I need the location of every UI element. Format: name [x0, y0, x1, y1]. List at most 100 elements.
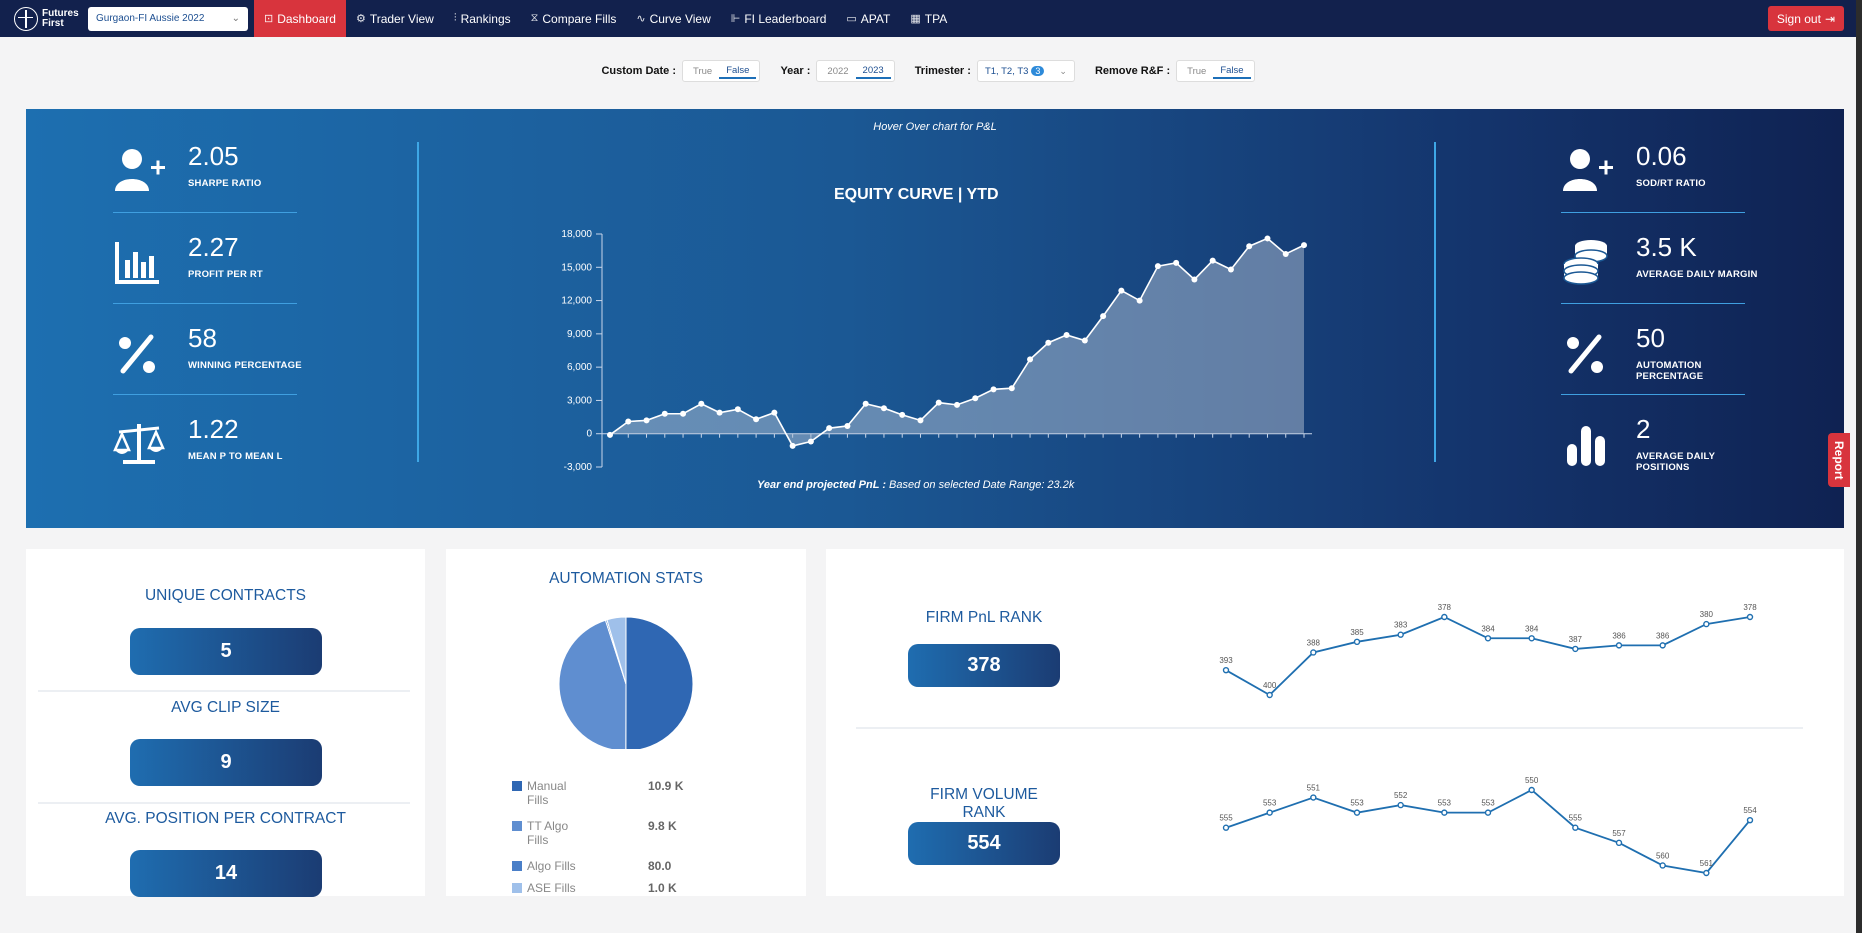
equity-point[interactable]	[1136, 297, 1143, 304]
remove-rf-false[interactable]: False	[1213, 63, 1251, 79]
equity-point[interactable]	[990, 386, 997, 393]
office-select[interactable]: Gurgaon-FI Aussie 2022 ⌄	[88, 6, 248, 31]
trimester-select[interactable]: T1, T2, T3 3 ⌄	[976, 60, 1075, 82]
rank-point[interactable]	[1222, 666, 1230, 674]
equity-point[interactable]	[1209, 257, 1216, 264]
rank-point[interactable]	[1266, 691, 1273, 699]
nav-item-curve-view[interactable]: ∿ Curve View	[626, 0, 720, 37]
equity-point[interactable]	[807, 438, 814, 445]
equity-point[interactable]	[1227, 266, 1234, 273]
year-2023[interactable]: 2023	[855, 63, 891, 79]
nav-item-trader-view[interactable]: ⚙ Trader View	[346, 0, 444, 37]
rank-point[interactable]	[1528, 786, 1535, 794]
legend-item[interactable]: ASE Fills 1.0 K	[512, 881, 712, 895]
rank-point[interactable]	[1746, 613, 1754, 621]
nav-item-rankings[interactable]: ⫶ Rankings	[444, 0, 521, 37]
nav-item-apat[interactable]: ▭ APAT	[836, 0, 900, 37]
office-select-value: Gurgaon-FI Aussie 2022	[96, 13, 205, 24]
equity-point[interactable]	[844, 422, 851, 429]
rank-point[interactable]	[1615, 839, 1623, 847]
equity-point[interactable]	[880, 405, 887, 412]
equity-point[interactable]	[698, 400, 705, 407]
equity-point[interactable]	[1008, 385, 1015, 392]
nav-item-compare-fills[interactable]: ⧖ Compare Fills	[521, 0, 627, 37]
equity-point[interactable]	[643, 417, 650, 424]
rank-point[interactable]	[1659, 862, 1666, 869]
equity-point[interactable]	[625, 418, 632, 425]
rank-point[interactable]	[1441, 613, 1448, 621]
rank-point[interactable]	[1397, 801, 1404, 809]
kpi-label: AVERAGE DAILY POSITIONS	[1636, 451, 1715, 473]
rank-point[interactable]	[1572, 824, 1579, 831]
custom-date-true[interactable]: True	[686, 60, 719, 82]
rank-point[interactable]	[1222, 824, 1230, 831]
pie-slice[interactable]	[625, 616, 694, 749]
year-2022[interactable]: 2022	[820, 60, 855, 82]
equity-point[interactable]	[1118, 287, 1125, 294]
equity-point[interactable]	[716, 409, 723, 416]
rank-point[interactable]	[1703, 869, 1710, 877]
equity-point[interactable]	[607, 431, 613, 438]
equity-point[interactable]	[1264, 235, 1271, 242]
equity-point[interactable]	[1081, 337, 1088, 344]
equity-point[interactable]	[734, 406, 741, 413]
rank-point[interactable]	[1572, 645, 1579, 653]
card-divider	[38, 690, 410, 692]
rank-point[interactable]	[1441, 809, 1448, 816]
equity-point[interactable]	[1191, 276, 1198, 283]
equity-point[interactable]	[771, 409, 778, 416]
equity-point[interactable]	[789, 442, 796, 449]
rank-point[interactable]	[1353, 809, 1361, 816]
kpi-label: AUTOMATION PERCENTAGE	[1636, 360, 1704, 382]
legend-item[interactable]: TT Algo Fills 9.8 K	[512, 819, 712, 847]
equity-point[interactable]	[1282, 250, 1289, 257]
remove-rf-true[interactable]: True	[1180, 60, 1213, 82]
rank-point[interactable]	[1397, 631, 1404, 638]
equity-point[interactable]	[1246, 243, 1253, 250]
nav-item-label: FI Leaderboard	[744, 11, 827, 26]
sign-out-button[interactable]: Sign out ⇥	[1767, 6, 1844, 31]
equity-point[interactable]	[1063, 331, 1070, 338]
logo[interactable]: Futures First	[14, 6, 88, 31]
equity-point[interactable]	[1045, 339, 1052, 346]
equity-point[interactable]	[1173, 259, 1180, 266]
legend-value: 1.0 K	[648, 881, 677, 895]
rank-point[interactable]	[1746, 816, 1754, 824]
automation-pie-chart[interactable]	[446, 549, 806, 749]
rank-point[interactable]	[1484, 635, 1492, 642]
equity-point[interactable]	[1154, 263, 1161, 270]
equity-point[interactable]	[753, 416, 760, 423]
rank-point[interactable]	[1310, 794, 1317, 801]
rank-point[interactable]	[1266, 809, 1273, 816]
legend-item[interactable]: Algo Fills 80.0	[512, 859, 712, 873]
nav-item-tpa[interactable]: ▦ TPA	[900, 0, 957, 37]
rank-point[interactable]	[1615, 642, 1623, 649]
equity-point[interactable]	[661, 410, 668, 417]
trader-icon: ⚙	[355, 13, 366, 25]
nav-menu: ⊡ Dashboard ⚙ Trader View ⫶ Rankings ⧖ Compare …	[254, 0, 957, 37]
equity-point[interactable]	[1301, 242, 1307, 249]
equity-point[interactable]	[862, 400, 869, 407]
rank-point[interactable]	[1310, 649, 1317, 656]
equity-point[interactable]	[1027, 356, 1034, 363]
equity-point[interactable]	[917, 417, 924, 424]
rank-data-label: 388	[1307, 638, 1321, 647]
equity-point[interactable]	[826, 425, 833, 432]
rank-point[interactable]	[1484, 809, 1492, 816]
nav-item-dashboard[interactable]: ⊡ Dashboard	[254, 0, 346, 37]
equity-point[interactable]	[899, 411, 906, 418]
rank-point[interactable]	[1353, 638, 1361, 646]
equity-point[interactable]	[954, 401, 960, 408]
equity-point[interactable]	[935, 399, 942, 406]
equity-point[interactable]	[1100, 313, 1107, 320]
equity-point[interactable]	[972, 395, 979, 402]
rank-point[interactable]	[1703, 620, 1710, 628]
rank-point[interactable]	[1659, 642, 1666, 649]
rank-sparklines[interactable]: 393 400 388 385 383 378 384 384 387 386 386 380 378 5…	[826, 549, 1844, 896]
equity-point[interactable]	[680, 410, 687, 417]
legend-item[interactable]: Manual Fills 10.9 K	[512, 779, 712, 807]
custom-date-false[interactable]: False	[719, 63, 757, 79]
rank-point[interactable]	[1528, 635, 1535, 642]
report-tab[interactable]: Report	[1828, 433, 1850, 487]
nav-item-fi-leaderboard[interactable]: ⊩ FI Leaderboard	[721, 0, 837, 37]
